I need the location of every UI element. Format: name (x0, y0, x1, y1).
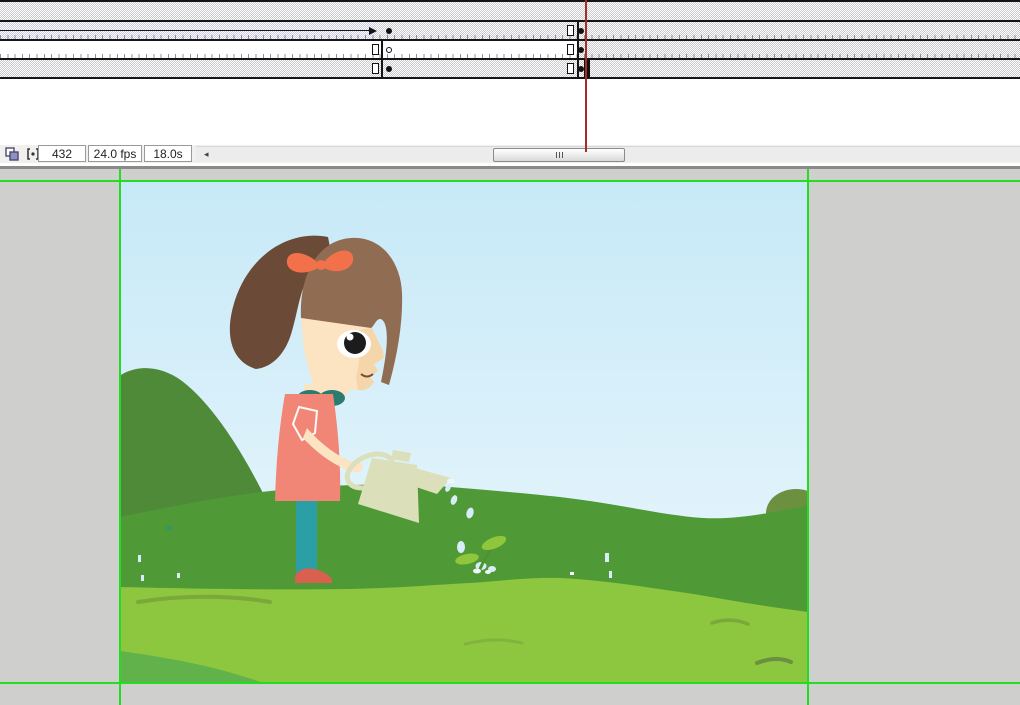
timeline-row-border (0, 77, 1020, 79)
tween-arrow-line (0, 30, 371, 32)
edit-multiple-frames-button[interactable] (3, 146, 21, 162)
timeline-frames-area[interactable] (0, 0, 1020, 145)
stage-guide-left (119, 169, 121, 705)
timeline-row-border (0, 0, 1020, 2)
current-frame-field[interactable]: 432 (38, 145, 86, 162)
stage-guide-right (807, 169, 809, 705)
keyframe-marker[interactable] (578, 47, 584, 53)
field-speck (177, 573, 180, 578)
timeline-row-0-span (0, 2, 1020, 20)
girl-legs (296, 499, 317, 573)
current-frame-value: 432 (52, 147, 72, 161)
timeline-row-3-span (0, 60, 1020, 77)
empty-keyframe-marker[interactable] (386, 47, 392, 53)
sprout-droplet (485, 570, 491, 574)
girl-dress (275, 394, 340, 501)
elapsed-time-value: 18.0s (153, 147, 182, 161)
water-splash (447, 479, 455, 484)
stage-guide-top (0, 180, 1020, 182)
keyframe-marker[interactable] (578, 28, 584, 34)
field-speck (141, 575, 144, 581)
span-end-marker[interactable] (567, 25, 574, 36)
sprout-droplet (473, 569, 481, 574)
field-speck (605, 553, 609, 562)
flash-authoring-window: { "timeline": { "status": { "current_fra… (0, 0, 1020, 705)
span-end-marker[interactable] (567, 63, 574, 74)
field-speck (166, 526, 173, 530)
field-speck (609, 571, 612, 578)
span-end-marker[interactable] (372, 63, 379, 74)
field-speck (138, 555, 141, 562)
timeline-row-border (0, 20, 1020, 22)
tween-arrow-head-icon (369, 27, 377, 35)
elapsed-time-field[interactable]: 18.0s (144, 145, 192, 162)
timeline-row-border (0, 39, 1020, 41)
timeline-row-border (0, 58, 1020, 60)
timeline-status-bar: 432 24.0 fps 18.0s ◂ (0, 145, 1020, 163)
girl-eye-highlight (347, 334, 354, 341)
stage-guide-bottom (0, 682, 1020, 684)
field-speck (570, 572, 574, 575)
edit-multiple-frames-icon (5, 147, 20, 161)
scroll-left-arrow-icon[interactable]: ◂ (204, 150, 209, 159)
keyframe-marker[interactable] (386, 66, 392, 72)
frame-rate-value: 24.0 fps (94, 147, 137, 161)
pasteboard (0, 169, 1020, 705)
span-boundary-line (381, 41, 383, 77)
scrollbar-grip-icon (556, 152, 557, 158)
girl-bow-knot (316, 260, 326, 270)
frame-rate-field[interactable]: 24.0 fps (88, 145, 142, 162)
span-end-marker[interactable] (567, 44, 574, 55)
playhead-line[interactable] (585, 0, 587, 152)
span-end-marker[interactable] (372, 44, 379, 55)
timeline-scrollbar-track[interactable]: ◂ (196, 146, 1020, 161)
timeline-scrollbar-thumb[interactable] (493, 148, 625, 162)
keyframe-marker[interactable] (386, 28, 392, 34)
stage-canvas-girl-watering-scene[interactable] (120, 181, 808, 683)
